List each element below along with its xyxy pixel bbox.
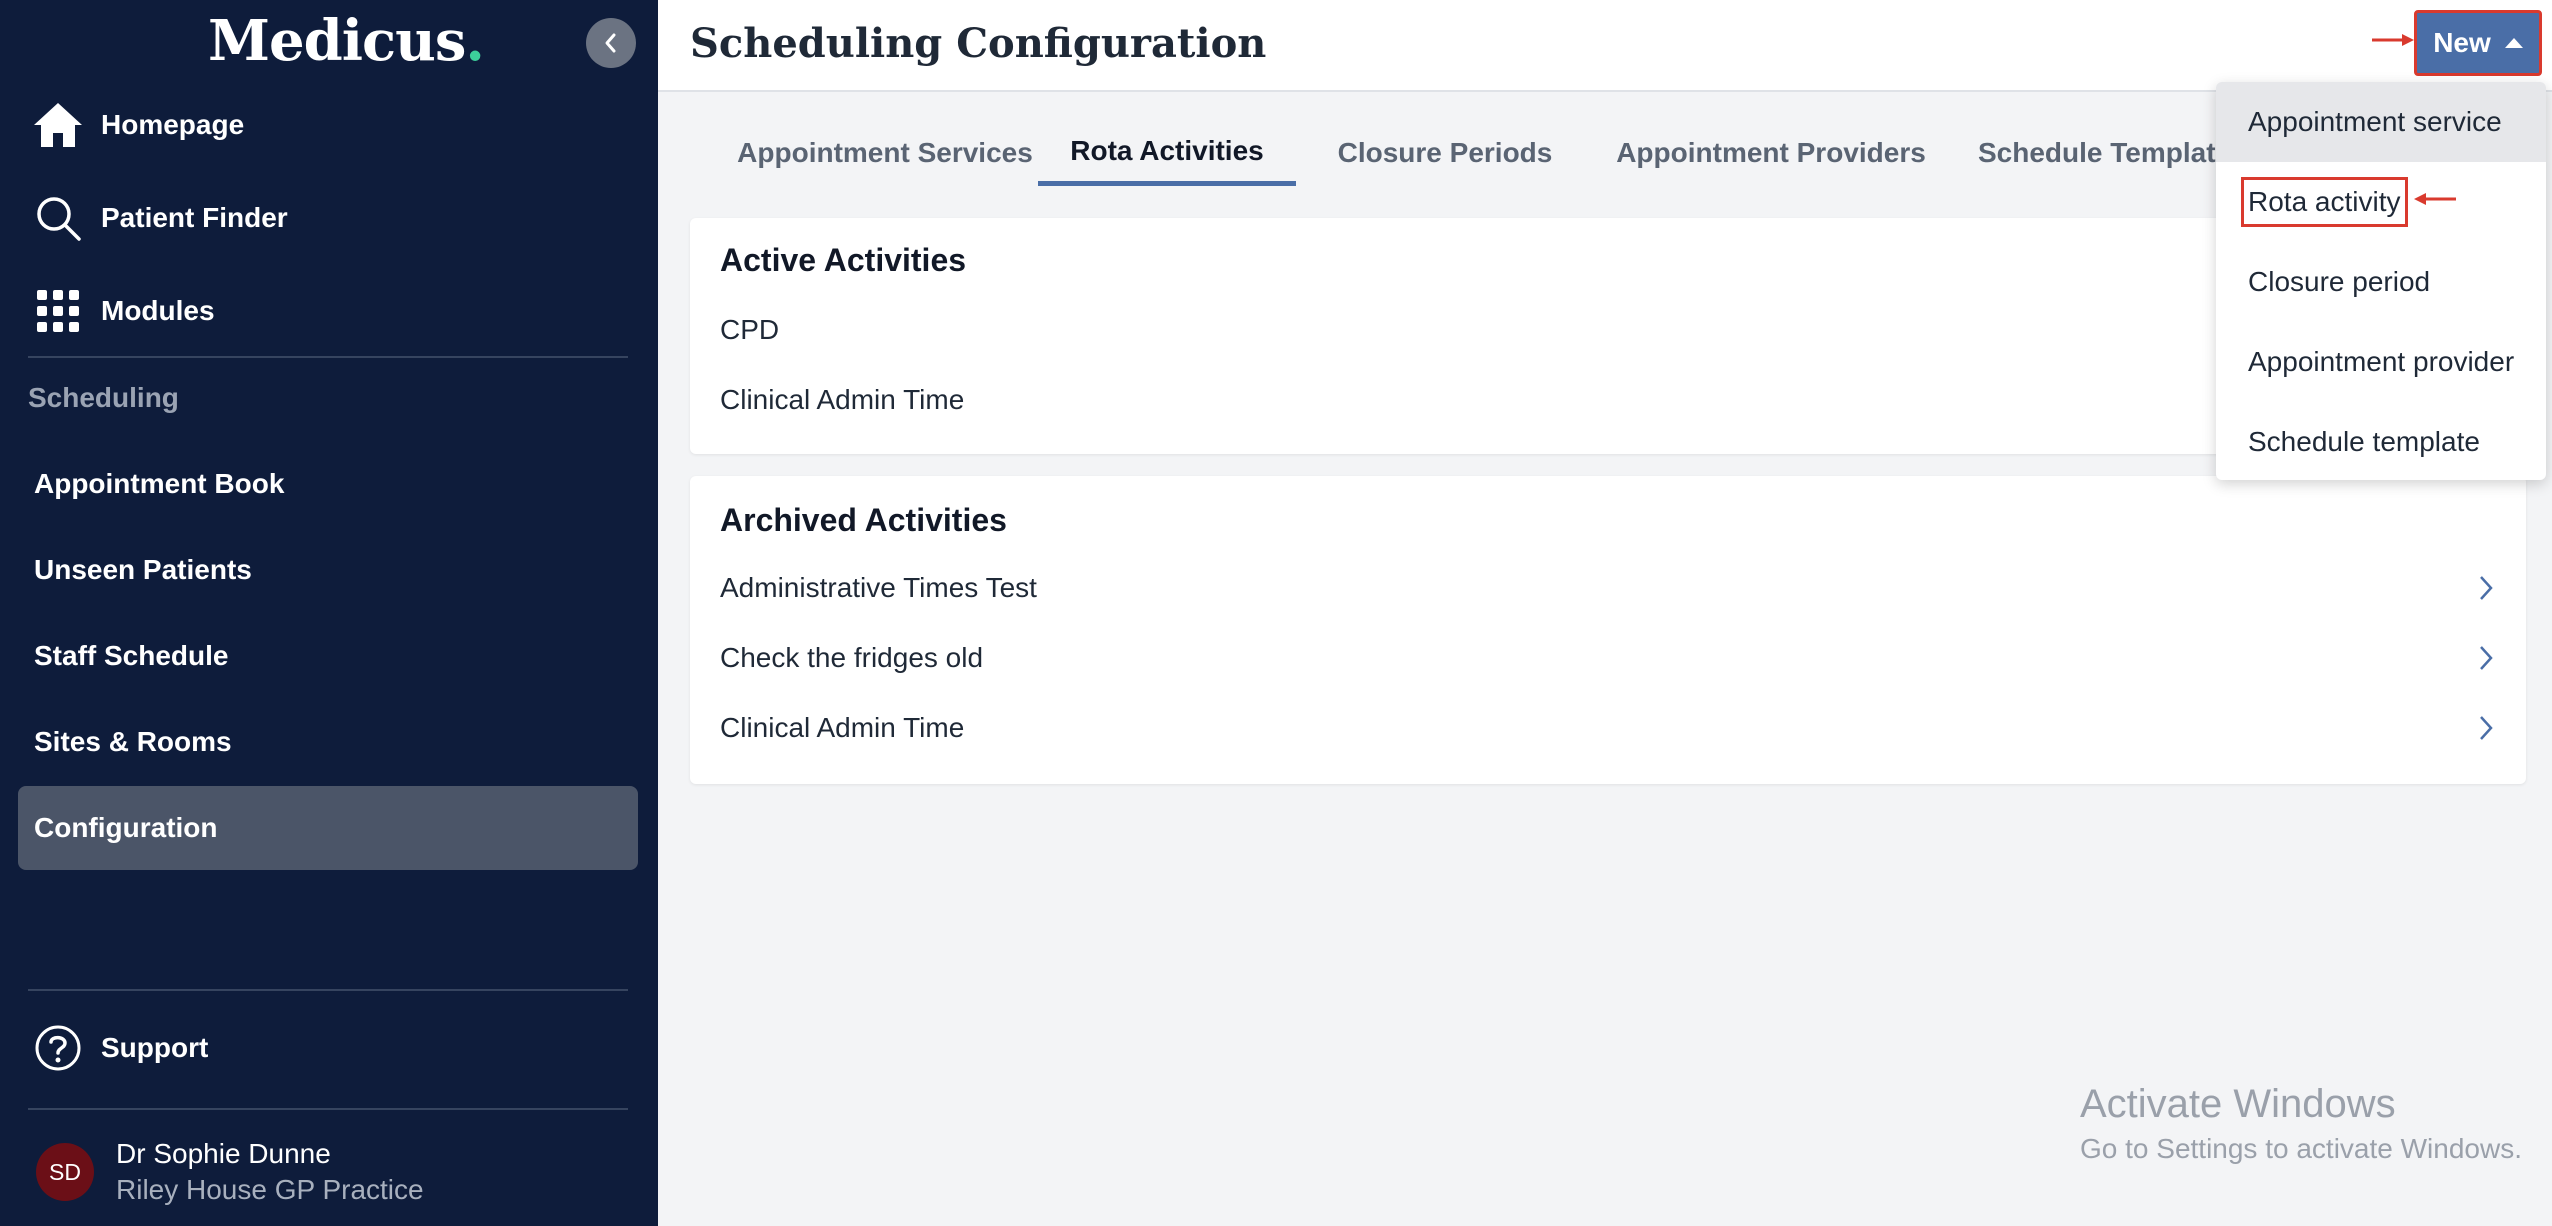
menu-item-label: Appointment service (2248, 106, 2502, 137)
caret-up-icon (2504, 38, 2523, 48)
sidebar-item-appointment-book[interactable]: Appointment Book (18, 442, 638, 526)
menu-item-appointment-service[interactable]: Appointment service (2216, 82, 2546, 162)
card-title: Active Activities (720, 242, 967, 278)
tab-label: Rota Activities (1070, 134, 1264, 166)
new-button-label: New (2433, 27, 2491, 58)
tab-schedule-templates[interactable]: Schedule Templat (1978, 120, 2216, 186)
collapse-sidebar-button[interactable] (586, 18, 636, 68)
chevron-right-icon (2480, 576, 2493, 600)
tab-appointment-providers[interactable]: Appointment Providers (1596, 120, 1946, 186)
menu-item-label: Appointment provider (2248, 346, 2515, 377)
sidebar-item-label: Sites & Rooms (34, 726, 232, 757)
menu-item-label: Closure period (2248, 266, 2431, 297)
annotation-arrow-left-icon (2414, 193, 2456, 205)
nav-homepage[interactable]: Homepage (0, 85, 658, 165)
tab-rota-activities[interactable]: Rota Activities (1038, 120, 1296, 186)
tab-label: Appointment Services (737, 137, 1033, 168)
list-item[interactable]: Administrative Times Test (720, 558, 2496, 618)
medicus-logo[interactable]: Medicus. (208, 8, 485, 74)
sidebar-item-sites-rooms[interactable]: Sites & Rooms (18, 700, 638, 784)
section-heading-scheduling: Scheduling (28, 382, 179, 413)
list-item[interactable]: Clinical Admin Time (720, 698, 2496, 758)
search-icon (32, 192, 84, 244)
menu-item-appointment-provider[interactable]: Appointment provider (2216, 322, 2546, 402)
user-profile[interactable]: SD Dr Sophie Dunne Riley House GP Practi… (36, 1136, 424, 1208)
nav-patient-finder-label: Patient Finder (101, 202, 288, 233)
nav-modules-label: Modules (101, 295, 215, 326)
menu-item-label: Schedule template (2248, 426, 2480, 457)
tab-label: Appointment Providers (1616, 137, 1926, 168)
tab-label: Closure Periods (1337, 137, 1553, 168)
watermark-title: Activate Windows (2080, 1082, 2396, 1126)
menu-item-schedule-template[interactable]: Schedule template (2216, 402, 2546, 480)
tab-closure-periods[interactable]: Closure Periods (1320, 120, 1570, 186)
sidebar-item-label: Staff Schedule (34, 640, 229, 671)
avatar: SD (36, 1143, 94, 1201)
annotation-arrow-right-icon (2372, 34, 2414, 46)
card-title: Archived Activities (720, 502, 1007, 538)
list-item-label: Check the fridges old (720, 642, 984, 673)
sidebar-item-configuration[interactable]: Configuration (18, 786, 638, 870)
sidebar-item-unseen-patients[interactable]: Unseen Patients (18, 528, 638, 612)
sidebar-item-label: Unseen Patients (34, 554, 252, 585)
sidebar-divider (28, 1108, 628, 1110)
help-icon (32, 1022, 84, 1074)
new-button[interactable]: New (2414, 10, 2542, 76)
list-item-label: CPD (720, 314, 780, 345)
watermark-subtitle: Go to Settings to activate Windows. (2080, 1133, 2522, 1164)
nav-homepage-label: Homepage (101, 109, 245, 140)
nav-support[interactable]: Support (0, 1008, 658, 1088)
sidebar-item-label: Appointment Book (34, 468, 285, 499)
list-item-label: Administrative Times Test (720, 572, 1037, 603)
nav-patient-finder[interactable]: Patient Finder (0, 178, 658, 258)
chevron-right-icon (2480, 716, 2493, 740)
home-icon (32, 99, 84, 151)
nav-support-label: Support (101, 1032, 209, 1063)
grid-icon (32, 285, 84, 337)
user-name: Dr Sophie Dunne (116, 1138, 331, 1169)
tab-appointment-services[interactable]: Appointment Services (710, 120, 1060, 186)
page-header: Scheduling Configuration New (658, 0, 2552, 92)
menu-item-rota-activity[interactable]: Rota activity (2216, 162, 2546, 242)
sidebar-divider (28, 356, 628, 358)
tab-label: Schedule Templat (1978, 137, 2216, 168)
menu-item-label: Rota activity (2241, 177, 2408, 227)
sidebar-item-label: Configuration (34, 812, 218, 843)
chevron-right-icon (2480, 646, 2493, 670)
activate-windows-watermark: Activate Windows Go to Settings to activ… (2080, 1082, 2522, 1165)
page-title: Scheduling Configuration (690, 20, 1267, 67)
brand-dot: . (465, 8, 484, 74)
sidebar: Medicus. Homepage Patient Finder Modules… (0, 0, 658, 1226)
archived-activities-card: Archived Activities Administrative Times… (690, 476, 2526, 784)
new-dropdown-menu: Appointment service Rota activity Closur… (2216, 82, 2546, 480)
list-item-label: Clinical Admin Time (720, 384, 965, 415)
chevron-left-icon (605, 33, 616, 53)
sidebar-divider (28, 989, 628, 991)
sidebar-item-staff-schedule[interactable]: Staff Schedule (18, 614, 638, 698)
menu-item-closure-period[interactable]: Closure period (2216, 242, 2546, 322)
list-item[interactable]: Check the fridges old (720, 628, 2496, 688)
nav-modules[interactable]: Modules (0, 271, 658, 351)
brand-name: Medicus (208, 8, 466, 74)
list-item-label: Clinical Admin Time (720, 712, 965, 743)
user-practice: Riley House GP Practice (116, 1174, 424, 1205)
